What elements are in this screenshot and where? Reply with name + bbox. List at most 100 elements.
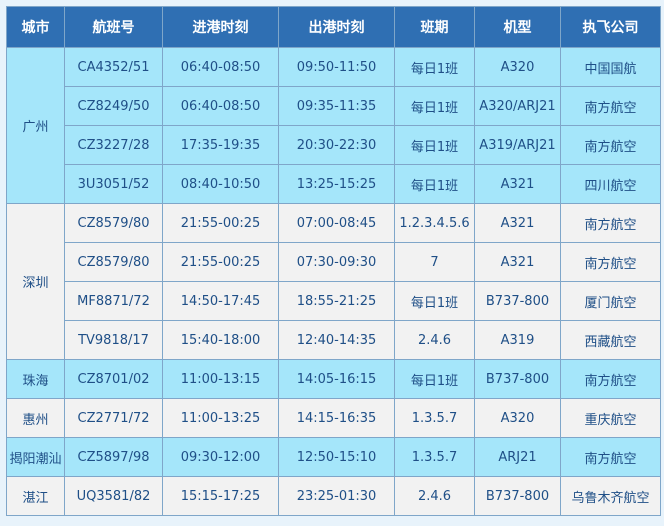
table-row: 湛江 UQ3581/82 15:15-17:25 23:25-01:30 2.4.6 B7… bbox=[6, 476, 661, 516]
departure-time-cell: 20:30-22:30 bbox=[278, 125, 395, 165]
airline-cell: 厦门航空 bbox=[560, 281, 661, 321]
arrival-time-cell: 11:00-13:15 bbox=[162, 359, 279, 399]
schedule-days-cell: 2.4.6 bbox=[394, 320, 475, 360]
city-cell: 深圳 bbox=[6, 203, 65, 360]
schedule-days-cell: 2.4.6 bbox=[394, 476, 475, 516]
arrival-time-cell: 06:40-08:50 bbox=[162, 86, 279, 126]
aircraft-type-cell: A321 bbox=[474, 203, 561, 243]
flight-number-cell: TV9818/17 bbox=[64, 320, 163, 360]
header-row: 城市 航班号 进港时刻 出港时刻 班期 机型 执飞公司 bbox=[6, 6, 661, 48]
header-arrival-time: 进港时刻 bbox=[162, 6, 279, 48]
header-airline: 执飞公司 bbox=[560, 6, 661, 48]
departure-time-cell: 07:00-08:45 bbox=[278, 203, 395, 243]
departure-time-cell: 13:25-15:25 bbox=[278, 164, 395, 204]
flight-schedule-table: 城市 航班号 进港时刻 出港时刻 班期 机型 执飞公司 广州 CA4352/51 0… bbox=[6, 6, 661, 516]
schedule-days-cell: 1.3.5.7 bbox=[394, 398, 475, 438]
aircraft-type-cell: A320 bbox=[474, 398, 561, 438]
departure-time-cell: 23:25-01:30 bbox=[278, 476, 395, 516]
table-row: 珠海 CZ8701/02 11:00-13:15 14:05-16:15 每日1班 B73… bbox=[6, 359, 661, 399]
schedule-days-cell: 每日1班 bbox=[394, 125, 475, 165]
flight-number-cell: 3U3051/52 bbox=[64, 164, 163, 204]
departure-time-cell: 09:50-11:50 bbox=[278, 47, 395, 87]
city-cell: 珠海 bbox=[6, 359, 65, 399]
city-cell: 湛江 bbox=[6, 476, 65, 516]
table-row: MF8871/72 14:50-17:45 18:55-21:25 每日1班 B737-… bbox=[7, 281, 661, 321]
schedule-days-cell: 1.2.3.4.5.6 bbox=[394, 203, 475, 243]
aircraft-type-cell: A320/ARJ21 bbox=[474, 86, 561, 126]
city-cell: 惠州 bbox=[6, 398, 65, 438]
flight-number-cell: CZ5897/98 bbox=[64, 437, 163, 477]
aircraft-type-cell: A320 bbox=[474, 47, 561, 87]
departure-time-cell: 18:55-21:25 bbox=[278, 281, 395, 321]
aircraft-type-cell: A319 bbox=[474, 320, 561, 360]
flight-number-cell: CZ8701/02 bbox=[64, 359, 163, 399]
aircraft-type-cell: A321 bbox=[474, 242, 561, 282]
flight-number-cell: CZ8579/80 bbox=[64, 242, 163, 282]
departure-time-cell: 09:35-11:35 bbox=[278, 86, 395, 126]
table-row: 揭阳潮汕 CZ5897/98 09:30-12:00 12:50-15:10 1.3.5… bbox=[6, 437, 661, 477]
table-row: 广州 CA4352/51 06:40-08:50 09:50-11:50 每日1班 A32… bbox=[6, 47, 661, 204]
schedule-days-cell: 1.3.5.7 bbox=[394, 437, 475, 477]
airline-cell: 四川航空 bbox=[560, 164, 661, 204]
schedule-days-cell: 每日1班 bbox=[394, 86, 475, 126]
schedule-days-cell: 每日1班 bbox=[394, 359, 475, 399]
airline-cell: 南方航空 bbox=[560, 86, 661, 126]
table-row: CZ8579/80 21:55-00:25 07:30-09:30 7 A321 南方航空 bbox=[7, 242, 661, 282]
arrival-time-cell: 15:15-17:25 bbox=[162, 476, 279, 516]
arrival-time-cell: 14:50-17:45 bbox=[162, 281, 279, 321]
header-city: 城市 bbox=[6, 6, 65, 48]
airline-cell: 南方航空 bbox=[560, 203, 661, 243]
flight-number-cell: CA4352/51 bbox=[64, 47, 163, 87]
flight-number-cell: MF8871/72 bbox=[64, 281, 163, 321]
flight-number-cell: CZ3227/28 bbox=[64, 125, 163, 165]
departure-time-cell: 14:15-16:35 bbox=[278, 398, 395, 438]
airline-cell: 重庆航空 bbox=[560, 398, 661, 438]
airline-cell: 南方航空 bbox=[560, 437, 661, 477]
table-row: 3U3051/52 08:40-10:50 13:25-15:25 每日1班 A321 四… bbox=[7, 164, 661, 204]
arrival-time-cell: 15:40-18:00 bbox=[162, 320, 279, 360]
table-row: TV9818/17 15:40-18:00 12:40-14:35 2.4.6 A319… bbox=[7, 320, 661, 360]
flight-number-cell: CZ8249/50 bbox=[64, 86, 163, 126]
arrival-time-cell: 08:40-10:50 bbox=[162, 164, 279, 204]
airline-cell: 南方航空 bbox=[560, 125, 661, 165]
arrival-time-cell: 09:30-12:00 bbox=[162, 437, 279, 477]
departure-time-cell: 14:05-16:15 bbox=[278, 359, 395, 399]
table-row: 惠州 CZ2771/72 11:00-13:25 14:15-16:35 1.3.5.7… bbox=[6, 398, 661, 438]
departure-time-cell: 12:50-15:10 bbox=[278, 437, 395, 477]
flight-number-cell: UQ3581/82 bbox=[64, 476, 163, 516]
airline-cell: 南方航空 bbox=[560, 242, 661, 282]
header-flight-number: 航班号 bbox=[64, 6, 163, 48]
flight-number-cell: CZ8579/80 bbox=[64, 203, 163, 243]
schedule-days-cell: 每日1班 bbox=[394, 281, 475, 321]
schedule-days-cell: 每日1班 bbox=[394, 164, 475, 204]
schedule-body: 广州 CA4352/51 06:40-08:50 09:50-11:50 每日1班 A32… bbox=[6, 47, 661, 516]
flight-number-cell: CZ2771/72 bbox=[64, 398, 163, 438]
aircraft-type-cell: B737-800 bbox=[474, 476, 561, 516]
airline-cell: 南方航空 bbox=[560, 359, 661, 399]
schedule-frame: 城市 航班号 进港时刻 出港时刻 班期 机型 执飞公司 广州 CA4352/51 0… bbox=[0, 0, 664, 526]
arrival-time-cell: 17:35-19:35 bbox=[162, 125, 279, 165]
header-aircraft-type: 机型 bbox=[474, 6, 561, 48]
table-row: 深圳 CZ8579/80 21:55-00:25 07:00-08:45 1.2.3.4… bbox=[6, 203, 661, 360]
city-cell: 揭阳潮汕 bbox=[6, 437, 65, 477]
aircraft-type-cell: B737-800 bbox=[474, 359, 561, 399]
aircraft-type-cell: ARJ21 bbox=[474, 437, 561, 477]
arrival-time-cell: 21:55-00:25 bbox=[162, 242, 279, 282]
schedule-days-cell: 每日1班 bbox=[394, 47, 475, 87]
departure-time-cell: 12:40-14:35 bbox=[278, 320, 395, 360]
departure-time-cell: 07:30-09:30 bbox=[278, 242, 395, 282]
table-row: CZ3227/28 17:35-19:35 20:30-22:30 每日1班 A319/… bbox=[7, 125, 661, 165]
header-schedule-days: 班期 bbox=[394, 6, 475, 48]
arrival-time-cell: 11:00-13:25 bbox=[162, 398, 279, 438]
header-departure-time: 出港时刻 bbox=[278, 6, 395, 48]
airline-cell: 中国国航 bbox=[560, 47, 661, 87]
airline-cell: 乌鲁木齐航空 bbox=[560, 476, 661, 516]
aircraft-type-cell: B737-800 bbox=[474, 281, 561, 321]
airline-cell: 西藏航空 bbox=[560, 320, 661, 360]
table-row: CZ8249/50 06:40-08:50 09:35-11:35 每日1班 A320/… bbox=[7, 86, 661, 126]
city-cell: 广州 bbox=[6, 47, 65, 204]
arrival-time-cell: 21:55-00:25 bbox=[162, 203, 279, 243]
schedule-days-cell: 7 bbox=[394, 242, 475, 282]
arrival-time-cell: 06:40-08:50 bbox=[162, 47, 279, 87]
aircraft-type-cell: A319/ARJ21 bbox=[474, 125, 561, 165]
